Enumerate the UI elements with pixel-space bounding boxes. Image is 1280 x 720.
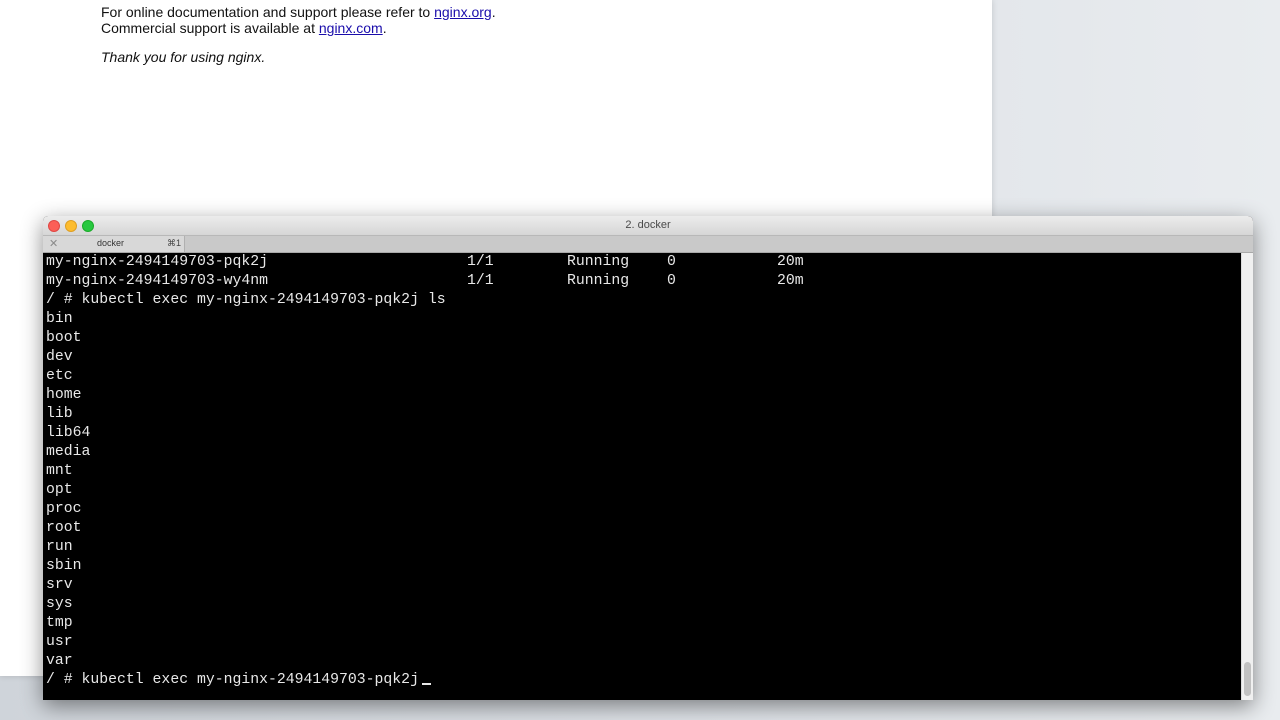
listing-item: boot: [46, 330, 82, 346]
pod-row: my-nginx-2494149703-wy4nm 1/1 Running 0 …: [46, 273, 804, 289]
listing-item: lib: [46, 406, 73, 422]
pod-row: my-nginx-2494149703-pqk2j 1/1 Running 0 …: [46, 254, 804, 270]
prompt-line[interactable]: / # kubectl exec my-nginx-2494149703-pqk…: [46, 671, 431, 690]
terminal-titlebar[interactable]: 2. docker: [43, 216, 1253, 236]
listing-item: var: [46, 653, 73, 669]
tab-shortcut: ⌘1: [167, 238, 182, 248]
scrollbar-thumb[interactable]: [1244, 662, 1251, 696]
support-line: Commercial support is available at nginx…: [101, 20, 387, 36]
tab-docker[interactable]: ✕ docker ⌘1: [43, 236, 185, 252]
listing-item: root: [46, 520, 82, 536]
listing-item: dev: [46, 349, 73, 365]
listing-item: sbin: [46, 558, 82, 574]
listing-item: sys: [46, 596, 73, 612]
terminal-window[interactable]: 2. docker ✕ docker ⌘1 my-nginx-249414970…: [43, 216, 1253, 700]
window-title: 2. docker: [625, 219, 671, 231]
tab-title: docker: [97, 238, 125, 248]
listing-item: home: [46, 387, 82, 403]
prompt-text: / # kubectl exec my-nginx-2494149703-pqk…: [46, 672, 419, 688]
listing-item: etc: [46, 368, 73, 384]
terminal-output[interactable]: my-nginx-2494149703-pqk2j 1/1 Running 0 …: [43, 253, 1241, 700]
text-cursor: [421, 683, 431, 685]
listing-item: lib64: [46, 425, 91, 441]
command-line: / # kubectl exec my-nginx-2494149703-pqk…: [46, 292, 446, 308]
docs-line: For online documentation and support ple…: [101, 4, 496, 20]
listing-item: opt: [46, 482, 73, 498]
tab-bar: ✕ docker ⌘1: [43, 236, 1253, 253]
nginx-org-link[interactable]: nginx.org: [434, 4, 492, 20]
close-tab-icon[interactable]: ✕: [49, 237, 58, 250]
listing-item: proc: [46, 501, 82, 517]
listing-item: run: [46, 539, 73, 555]
listing-item: mnt: [46, 463, 73, 479]
terminal-scrollbar[interactable]: [1241, 253, 1253, 700]
listing-item: media: [46, 444, 91, 460]
listing-item: tmp: [46, 615, 73, 631]
listing-item: usr: [46, 634, 73, 650]
thank-you-line: Thank you for using nginx.: [101, 49, 266, 65]
nginx-com-link[interactable]: nginx.com: [319, 20, 383, 36]
listing-item: bin: [46, 311, 73, 327]
listing-item: srv: [46, 577, 73, 593]
